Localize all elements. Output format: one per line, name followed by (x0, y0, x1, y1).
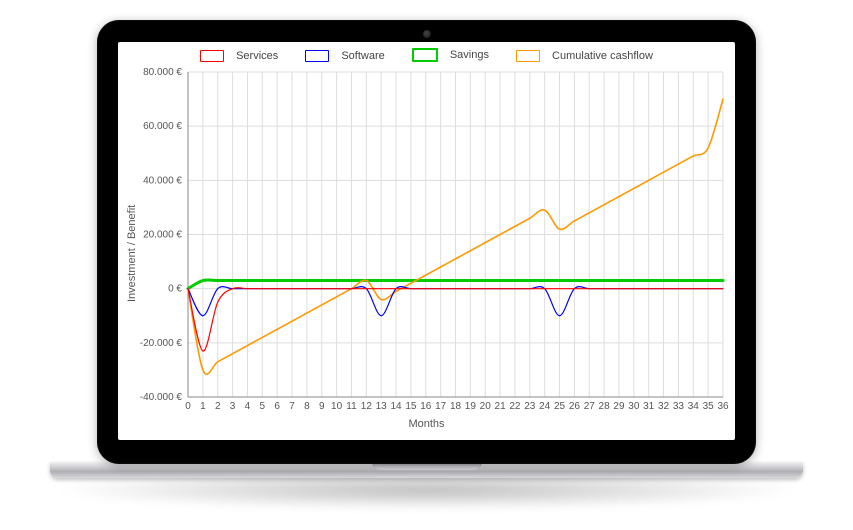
svg-text:3: 3 (230, 401, 236, 412)
svg-text:12: 12 (361, 401, 373, 412)
x-axis-label: Months (118, 418, 735, 430)
swatch-software (305, 50, 329, 62)
svg-text:20: 20 (480, 401, 492, 412)
svg-text:24: 24 (539, 401, 551, 412)
svg-text:19: 19 (465, 401, 477, 412)
svg-text:-40.000 €: -40.000 € (140, 392, 183, 403)
swatch-cumulative (516, 50, 540, 62)
svg-text:8: 8 (304, 401, 310, 412)
svg-text:4: 4 (245, 401, 251, 412)
svg-text:30: 30 (628, 401, 640, 412)
legend-item-savings: Savings (406, 48, 495, 62)
svg-text:1: 1 (200, 401, 206, 412)
camera-icon (423, 30, 431, 38)
svg-text:13: 13 (376, 401, 388, 412)
svg-text:36: 36 (717, 401, 729, 412)
svg-text:35: 35 (703, 401, 715, 412)
svg-text:16: 16 (420, 401, 432, 412)
legend-label: Savings (450, 49, 489, 61)
laptop-mockup: Services Software Savings Cumulative cas… (0, 0, 853, 530)
svg-text:20.000 €: 20.000 € (143, 230, 182, 241)
svg-text:15: 15 (405, 401, 417, 412)
svg-text:10: 10 (331, 401, 343, 412)
svg-text:22: 22 (509, 401, 521, 412)
svg-text:2: 2 (215, 401, 221, 412)
svg-text:21: 21 (495, 401, 507, 412)
legend-label: Cumulative cashflow (552, 50, 653, 62)
svg-text:0: 0 (185, 401, 191, 412)
legend-item-cumulative: Cumulative cashflow (510, 50, 659, 62)
svg-text:32: 32 (658, 401, 670, 412)
svg-text:14: 14 (390, 401, 402, 412)
svg-text:34: 34 (688, 401, 700, 412)
legend-item-services: Services (194, 50, 284, 62)
y-axis-label: Investment / Benefit (126, 205, 138, 302)
svg-text:31: 31 (643, 401, 655, 412)
legend-label: Software (341, 50, 384, 62)
svg-text:18: 18 (450, 401, 462, 412)
svg-text:23: 23 (524, 401, 536, 412)
svg-text:5: 5 (260, 401, 266, 412)
svg-text:25: 25 (554, 401, 566, 412)
svg-text:-20.000 €: -20.000 € (140, 338, 183, 349)
svg-text:60.000 €: 60.000 € (143, 121, 182, 132)
swatch-services (200, 50, 224, 62)
svg-text:80.000 €: 80.000 € (143, 67, 182, 78)
svg-text:6: 6 (274, 401, 280, 412)
svg-text:28: 28 (599, 401, 611, 412)
svg-text:17: 17 (435, 401, 447, 412)
legend-label: Services (236, 50, 278, 62)
svg-text:33: 33 (673, 401, 685, 412)
line-chart: 80.000 € 60.000 € 40.000 € 20.000 € 0 € -20.0… (118, 42, 735, 440)
svg-text:29: 29 (613, 401, 625, 412)
legend-item-software: Software (299, 50, 390, 62)
svg-text:11: 11 (346, 401, 357, 412)
svg-text:40.000 €: 40.000 € (143, 175, 182, 186)
svg-text:0 €: 0 € (168, 284, 182, 295)
swatch-savings (412, 48, 438, 62)
svg-text:7: 7 (289, 401, 295, 412)
svg-text:9: 9 (319, 401, 325, 412)
svg-text:27: 27 (584, 401, 596, 412)
chart-legend: Services Software Savings Cumulative cas… (118, 48, 735, 65)
svg-text:26: 26 (569, 401, 581, 412)
screen: Services Software Savings Cumulative cas… (118, 42, 735, 440)
